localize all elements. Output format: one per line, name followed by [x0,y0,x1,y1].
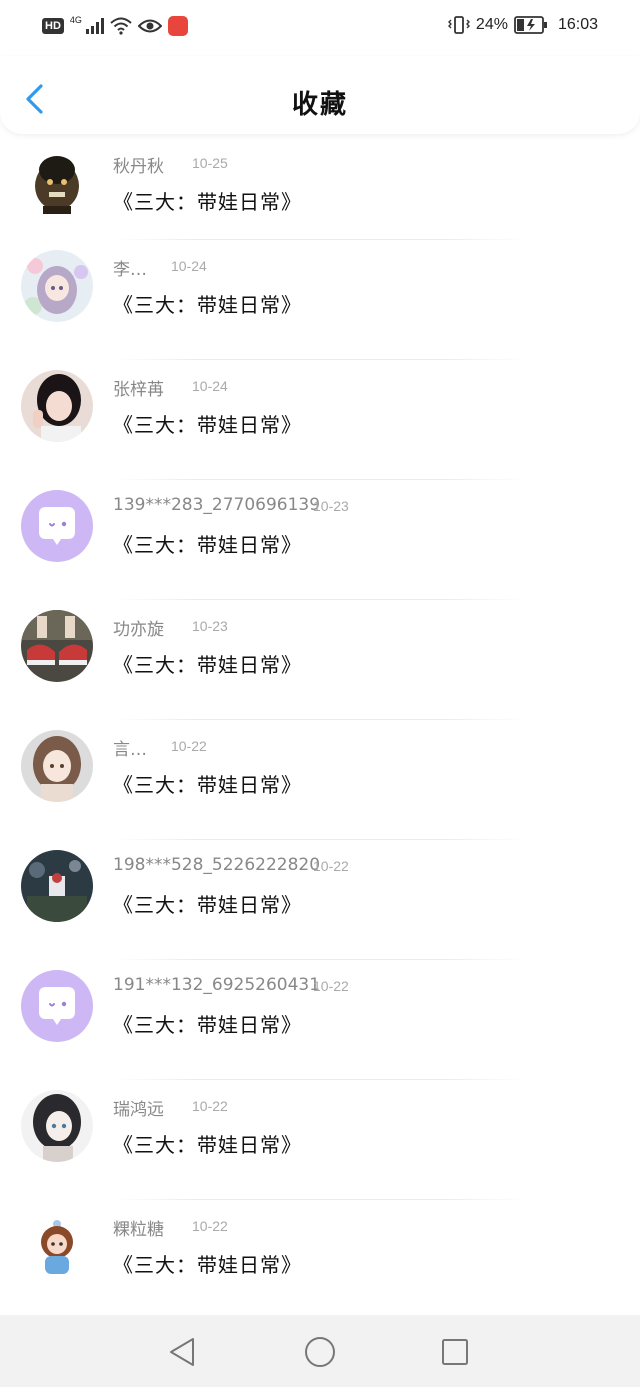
favorite-item[interactable]: 198***528_5226222820 10-22 《三大：带娃日常》 [0,840,640,960]
username: 198***528_5226222820 [113,855,321,875]
favorite-date: 10-23 [313,498,349,514]
post-title: 《三大：带娃日常》 [113,190,302,214]
vibrate-icon [447,16,470,34]
favorite-date: 10-25 [192,155,228,171]
favorite-item[interactable]: 粿粒糖 10-22 《三大：带娃日常》 [0,1200,640,1320]
network-type: 4G [69,15,82,25]
post-title: 《三大：带娃日常》 [113,1253,302,1277]
monster-avatar[interactable] [21,146,93,218]
default-chat-avatar[interactable] [21,490,93,562]
post-title: 《三大：带娃日常》 [113,773,302,797]
post-title: 《三大：带娃日常》 [113,293,302,317]
favorite-item[interactable]: 言… 10-22 《三大：带娃日常》 [0,720,640,840]
anime-girl-avatar[interactable] [21,250,93,322]
username: 张梓苒 [113,380,164,400]
favorite-date: 10-22 [313,978,349,994]
favorite-date: 10-24 [171,258,207,274]
post-title: 《三大：带娃日常》 [113,1133,302,1157]
username: 李… [113,260,147,280]
post-title: 《三大：带娃日常》 [113,653,302,677]
clock: 16:03 [557,16,598,33]
battery-percent: 24% [475,16,508,33]
favorite-item[interactable]: 191***132_6925260431 10-22 《三大：带娃日常》 [0,960,640,1080]
post-title: 《三大：带娃日常》 [113,413,302,437]
hd-badge: HD [42,18,64,34]
triangle-back-icon [170,1338,194,1366]
favorite-item[interactable]: 秋丹秋 10-25 《三大：带娃日常》 [0,134,640,240]
favorite-date: 10-22 [313,858,349,874]
circle-home-icon [305,1337,335,1367]
signal-icon [85,18,104,34]
cartoon-girl-avatar[interactable] [21,1210,93,1282]
username: 191***132_6925260431 [113,975,321,995]
post-title: 《三大：带娃日常》 [113,533,302,557]
favorite-item[interactable]: 功亦旋 10-23 《三大：带娃日常》 [0,600,640,720]
username: 功亦旋 [113,620,164,640]
favorite-item[interactable]: 张梓苒 10-24 《三大：带娃日常》 [0,360,640,480]
favorite-item[interactable]: 李… 10-24 《三大：带娃日常》 [0,240,640,360]
favorite-date: 10-24 [192,378,228,394]
favorite-date: 10-22 [192,1098,228,1114]
nav-back-button[interactable] [166,1335,200,1369]
shoes-avatar[interactable] [21,610,93,682]
app-header: 收藏 [0,56,640,134]
dark-scene-avatar[interactable] [21,850,93,922]
wifi-icon [110,17,132,35]
girl-photo-avatar[interactable] [21,370,93,442]
username: 瑞鸿远 [113,1100,164,1120]
app-notification-icon [167,16,188,36]
battery-charging-icon [514,16,548,34]
default-chat-avatar[interactable] [21,970,93,1042]
favorite-date: 10-22 [192,1218,228,1234]
favorite-date: 10-23 [192,618,228,634]
username: 139***283_2770696139 [113,495,321,515]
favorite-date: 10-22 [171,738,207,754]
status-bar: HD 4G 24% 16:03 [0,0,640,56]
eye-icon [137,18,162,34]
post-title: 《三大：带娃日常》 [113,893,302,917]
system-nav-bar [0,1315,640,1387]
nav-home-button[interactable] [303,1335,337,1369]
sketch-girl-avatar[interactable] [21,1090,93,1162]
username: 言… [113,740,147,760]
square-recents-icon [442,1339,468,1365]
page-title: 收藏 [291,90,348,120]
post-title: 《三大：带娃日常》 [113,1013,302,1037]
favorite-item[interactable]: 瑞鸿远 10-22 《三大：带娃日常》 [0,1080,640,1200]
nav-recents-button[interactable] [438,1335,472,1369]
favorite-item[interactable]: 139***283_2770696139 10-23 《三大：带娃日常》 [0,480,640,600]
illustration-girl-avatar[interactable] [21,730,93,802]
username: 秋丹秋 [113,157,164,177]
username: 粿粒糖 [113,1220,164,1240]
